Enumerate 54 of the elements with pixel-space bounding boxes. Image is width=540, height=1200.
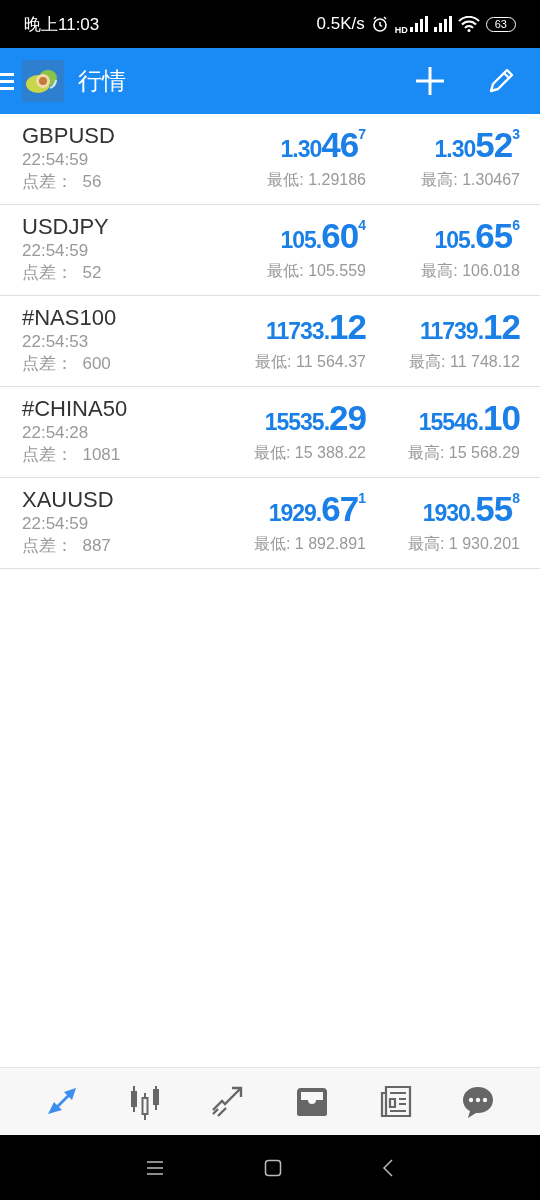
quote-row[interactable]: #CHINA50 22:54:28 点差： 1081 15535.29 最低: 15 388.22 15546.10 最高: 15 568.29 (0, 387, 540, 478)
high-price: 最高: 1.30467 (421, 170, 520, 190)
quote-time: 22:54:59 (22, 149, 90, 171)
spread-value: 点差： 56 (22, 171, 103, 193)
spread-value: 点差： 600 (22, 353, 112, 375)
spread-value: 点差： 887 (22, 535, 112, 557)
low-price: 最低: 11 564.37 (255, 352, 366, 372)
back-icon[interactable] (382, 1158, 394, 1177)
menu-icon[interactable] (146, 1160, 164, 1175)
spread-value: 点差： 52 (22, 262, 103, 284)
network-speed: 0.5K/s (316, 14, 365, 34)
quote-time: 22:54:59 (22, 240, 90, 262)
high-price: 最高: 11 748.12 (409, 352, 520, 372)
app-logo-icon (22, 60, 64, 102)
bid-price: 1.3046$^{7}$ (280, 124, 366, 166)
spread-value: 点差： 1081 (22, 444, 122, 466)
home-icon[interactable] (264, 1158, 282, 1177)
quote-time: 22:54:59 (22, 513, 90, 535)
symbol-name: USDJPY (22, 214, 110, 240)
wifi-icon (457, 16, 480, 32)
signal-icon (433, 16, 452, 32)
ask-price: 15546.10 (418, 397, 520, 439)
alarm-icon (370, 15, 389, 33)
screen-title: 行情 (78, 66, 126, 96)
symbol-name: #NAS100 (22, 305, 118, 331)
symbol-name: GBPUSD (22, 123, 116, 149)
low-price: 最低: 15 388.22 (253, 443, 366, 463)
low-price: 最低: 1 892.891 (253, 534, 366, 554)
bid-price: 11733.12 (265, 306, 366, 348)
ask-price: 1.3052$^{3}$ (434, 124, 520, 166)
quote-row[interactable]: #NAS100 22:54:53 点差： 600 11733.12 最低: 11 564.37 11739.12 最高: 11 748.12 (0, 296, 540, 387)
quote-row[interactable]: USDJPY 22:54:59 点差： 52 105.60$^{4}$ 最低: 105.559 105.65$^{6}$ 最高: 106.018 (0, 205, 540, 296)
ask-price: 11739.12 (419, 306, 520, 348)
symbol-name: XAUUSD (22, 487, 115, 513)
quote-row[interactable]: GBPUSD 22:54:59 点差： 56 1.3046$^{7}$ 最低: 1.29186 1.3052$^{3}$ 最高: 1.30467 (0, 114, 540, 205)
high-price: 最高: 1 930.201 (407, 534, 520, 554)
ask-price: 105.65$^{6}$ (434, 215, 520, 257)
signal-icon (409, 16, 428, 32)
symbol-name: #CHINA50 (22, 396, 129, 422)
clock-time: 晚上11:03 (24, 13, 100, 36)
hd-label: HD (394, 25, 408, 35)
ask-price: 1930.55$^{8}$ (422, 488, 520, 530)
low-price: 最低: 105.559 (267, 261, 366, 281)
quote-row[interactable]: XAUUSD 22:54:59 点差： 887 1929.67$^{1}$ 最低: 1 892.891 1930.55$^{8}$ 最高: 1 930.201 (0, 478, 540, 569)
quote-time: 22:54:53 (22, 331, 90, 353)
bid-price: 15535.29 (264, 397, 366, 439)
bid-price: 1929.67$^{1}$ (268, 488, 366, 530)
high-price: 最高: 15 568.29 (407, 443, 520, 463)
quote-time: 22:54:28 (22, 422, 90, 444)
menu-icon[interactable] (0, 71, 14, 91)
add-icon[interactable] (414, 65, 446, 97)
high-price: 最高: 106.018 (421, 261, 520, 281)
bid-price: 105.60$^{4}$ (280, 215, 366, 257)
low-price: 最低: 1.29186 (267, 170, 366, 190)
